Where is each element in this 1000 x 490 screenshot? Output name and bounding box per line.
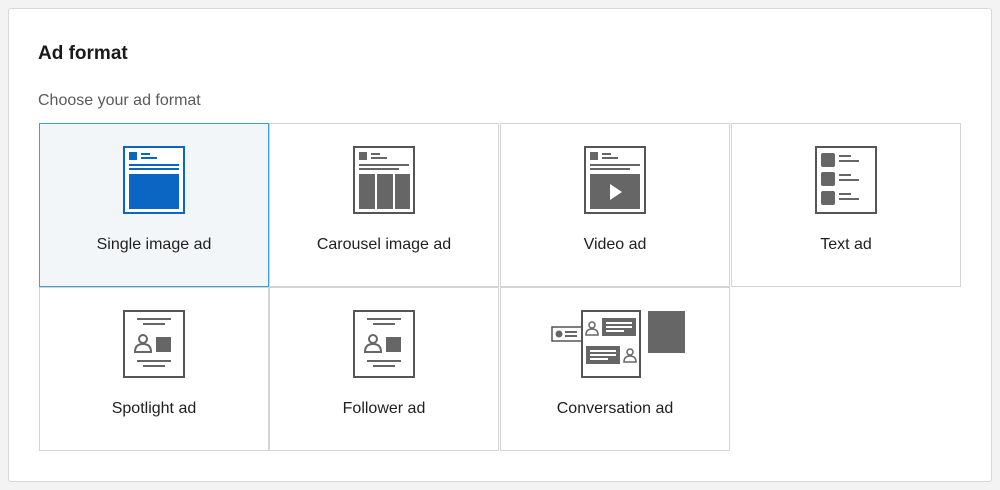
format-label: Spotlight ad [111, 400, 197, 417]
single-image-icon [40, 146, 268, 216]
ad-format-panel: Ad format Choose your ad format Single i… [8, 8, 992, 482]
format-label: Follower ad [342, 400, 426, 417]
format-label: Video ad [583, 236, 647, 253]
format-option-text[interactable]: Text ad [731, 123, 961, 287]
section-subtitle: Choose your ad format [38, 92, 201, 109]
carousel-image-icon [270, 146, 498, 216]
format-label: Carousel image ad [316, 236, 452, 253]
spotlight-icon [40, 310, 268, 380]
format-option-follower[interactable]: Follower ad [269, 287, 499, 451]
format-option-spotlight[interactable]: Spotlight ad [39, 287, 269, 451]
section-title: Ad format [38, 43, 128, 64]
conversation-icon [501, 310, 729, 380]
format-label: Text ad [820, 236, 872, 253]
follower-icon [270, 310, 498, 380]
format-option-conversation[interactable]: Conversation ad [500, 287, 730, 451]
format-option-single-image[interactable]: Single image ad [39, 123, 269, 287]
video-icon [501, 146, 729, 216]
text-ad-icon [732, 146, 960, 216]
format-option-carousel-image[interactable]: Carousel image ad [269, 123, 499, 287]
ad-format-grid: Single image ad Carousel image ad Video … [39, 123, 961, 451]
format-label: Conversation ad [556, 400, 674, 417]
format-label: Single image ad [96, 236, 212, 253]
format-option-video[interactable]: Video ad [500, 123, 730, 287]
